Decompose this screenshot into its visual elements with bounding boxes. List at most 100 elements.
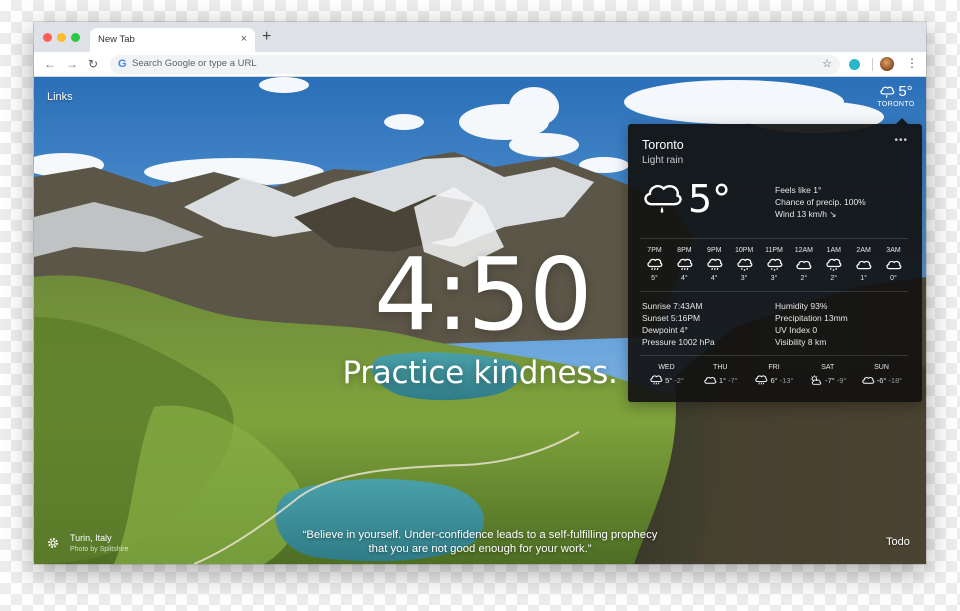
feels-like: Feels like 1° bbox=[775, 185, 822, 195]
daily-forecast-item[interactable]: FRI 6° -13° bbox=[748, 364, 801, 386]
snow-cloud-icon bbox=[766, 258, 782, 271]
daily-forecast-item[interactable]: THU 1° -7° bbox=[694, 364, 747, 386]
hourly-forecast-item: 8PM 4° bbox=[670, 247, 699, 282]
photo-location: Turin, Italy bbox=[70, 533, 112, 543]
hour-time: 10PM bbox=[734, 247, 754, 254]
dewpoint: Dewpoint 4° bbox=[642, 325, 688, 335]
mantra: Practice kindness. bbox=[342, 355, 618, 391]
hour-time: 1AM bbox=[826, 247, 841, 254]
reload-button[interactable]: ↻ bbox=[88, 56, 98, 72]
humidity: Humidity 93% bbox=[775, 301, 828, 311]
day-name: FRI bbox=[768, 364, 780, 371]
day-low: -7° bbox=[728, 375, 738, 385]
day-name: WED bbox=[658, 364, 675, 371]
weather-city[interactable]: Toronto bbox=[642, 138, 684, 152]
day-low: -18° bbox=[888, 375, 903, 385]
forward-button[interactable]: → bbox=[66, 56, 78, 72]
rain-cloud-icon bbox=[644, 184, 682, 213]
hour-time: 8PM bbox=[677, 247, 692, 254]
tab-close-icon[interactable]: × bbox=[241, 32, 247, 46]
back-button[interactable]: ← bbox=[44, 56, 56, 72]
cloud-icon bbox=[704, 377, 717, 384]
toolbar-divider bbox=[872, 58, 873, 71]
profile-avatar[interactable] bbox=[880, 57, 894, 71]
day-low: -13° bbox=[779, 375, 794, 385]
day-high: -7° bbox=[825, 375, 835, 385]
hour-temp: 1° bbox=[860, 275, 867, 282]
browser-menu-icon[interactable]: ⋮ bbox=[906, 55, 918, 71]
rain-cloud-icon bbox=[647, 258, 663, 271]
hourly-forecast-item: 1AM 2° bbox=[819, 247, 848, 282]
visibility: Visibility 8 km bbox=[775, 337, 827, 347]
close-window-button[interactable] bbox=[43, 33, 52, 42]
tab-new-tab[interactable]: New Tab × bbox=[90, 28, 255, 52]
hour-time: 9PM bbox=[707, 247, 722, 254]
precip-chance: Chance of precip. 100% bbox=[775, 197, 866, 207]
gear-icon[interactable] bbox=[46, 536, 60, 550]
rain-cloud-icon bbox=[880, 86, 895, 98]
photo-credit: Photo by Splitshire bbox=[70, 546, 129, 553]
daily-forecast-item[interactable]: SUN -6° -18° bbox=[855, 364, 908, 386]
todo-button[interactable]: Todo bbox=[886, 536, 910, 548]
hourly-forecast: 7PM 5° 8PM 4° 9PM 4° 10PM 3° 11PM 3° 12AM 2° 1AM 2° 2A… bbox=[640, 247, 908, 282]
address-bar[interactable]: G Search Google or type a URL ☆ bbox=[110, 55, 840, 74]
weather-mini-city: TORONTO bbox=[877, 101, 915, 108]
hourly-forecast-item: 10PM 3° bbox=[730, 247, 759, 282]
extension-icon[interactable] bbox=[849, 59, 860, 70]
rain-cloud-icon bbox=[650, 375, 663, 385]
hourly-forecast-item: 11PM 3° bbox=[760, 247, 789, 282]
minimize-window-button[interactable] bbox=[57, 33, 66, 42]
clock: 4:50 bbox=[374, 236, 593, 353]
hourly-forecast-item: 3AM 0° bbox=[879, 247, 908, 282]
panel-divider bbox=[640, 355, 908, 356]
hourly-forecast-item: 12AM 2° bbox=[789, 247, 818, 282]
weather-widget-button[interactable]: 5° TORONTO bbox=[874, 83, 918, 108]
hour-temp: 3° bbox=[740, 275, 748, 282]
metrics-left: Sunrise 7:43AM Sunset 5:16PM Dewpoint 4°… bbox=[642, 300, 715, 348]
day-low: -2° bbox=[674, 375, 684, 385]
rain-cloud-icon bbox=[677, 258, 693, 271]
hour-temp: 2° bbox=[830, 275, 838, 282]
hour-temp: 4° bbox=[681, 275, 688, 282]
sunrise: Sunrise 7:43AM bbox=[642, 301, 703, 311]
uv-index: UV Index 0 bbox=[775, 325, 818, 335]
hourly-forecast-item: 9PM 4° bbox=[700, 247, 729, 282]
hour-time: 2AM bbox=[856, 247, 871, 254]
hour-temp: 3° bbox=[770, 275, 778, 282]
daily-forecast-item[interactable]: SAT -7° -9° bbox=[801, 364, 854, 386]
partly-sunny-icon bbox=[810, 375, 822, 385]
sunset: Sunset 5:16PM bbox=[642, 313, 701, 323]
daily-forecast-item[interactable]: WED 5° -2° bbox=[640, 364, 693, 386]
panel-divider bbox=[640, 238, 908, 239]
new-tab-page: Links 5° TORONTO 4:50 Practice kindness.… bbox=[34, 77, 926, 564]
pressure: Pressure 1002 hPa bbox=[642, 337, 715, 347]
precipitation: Precipitation 13mm bbox=[775, 313, 848, 323]
cloud-icon bbox=[796, 260, 812, 270]
hour-time: 3AM bbox=[886, 247, 901, 254]
snow-cloud-icon bbox=[826, 258, 842, 271]
hourly-forecast-item: 2AM 1° bbox=[849, 247, 878, 282]
more-options-icon[interactable]: ••• bbox=[894, 135, 908, 146]
maximize-window-button[interactable] bbox=[71, 33, 80, 42]
daily-quote: “Believe in yourself. Under-confidence l… bbox=[302, 529, 658, 555]
day-name: SUN bbox=[874, 364, 889, 371]
rain-cloud-icon bbox=[707, 258, 723, 271]
day-high: 1° bbox=[718, 375, 726, 385]
wind: Wind 13 km/h ↘ bbox=[775, 209, 837, 219]
toolbar: ← → ↻ G Search Google or type a URL ☆ ⋮ bbox=[34, 52, 926, 77]
links-button[interactable]: Links bbox=[47, 91, 73, 103]
day-high: 5° bbox=[665, 375, 673, 385]
day-name: SAT bbox=[821, 364, 835, 371]
hourly-forecast-item: 7PM 5° bbox=[640, 247, 669, 282]
hour-time: 12AM bbox=[794, 247, 814, 254]
browser-window: New Tab × + ← → ↻ G Search Google or typ… bbox=[34, 22, 926, 564]
tab-strip: New Tab × + bbox=[34, 22, 926, 52]
hour-temp: 2° bbox=[800, 275, 808, 282]
bookmark-star-icon[interactable]: ☆ bbox=[822, 57, 832, 72]
snow-cloud-icon bbox=[737, 258, 753, 271]
panel-caret bbox=[896, 118, 908, 124]
hour-temp: 0° bbox=[890, 275, 897, 282]
cloud-icon bbox=[886, 260, 902, 270]
day-low: -9° bbox=[836, 375, 847, 385]
new-tab-button[interactable]: + bbox=[262, 28, 271, 46]
